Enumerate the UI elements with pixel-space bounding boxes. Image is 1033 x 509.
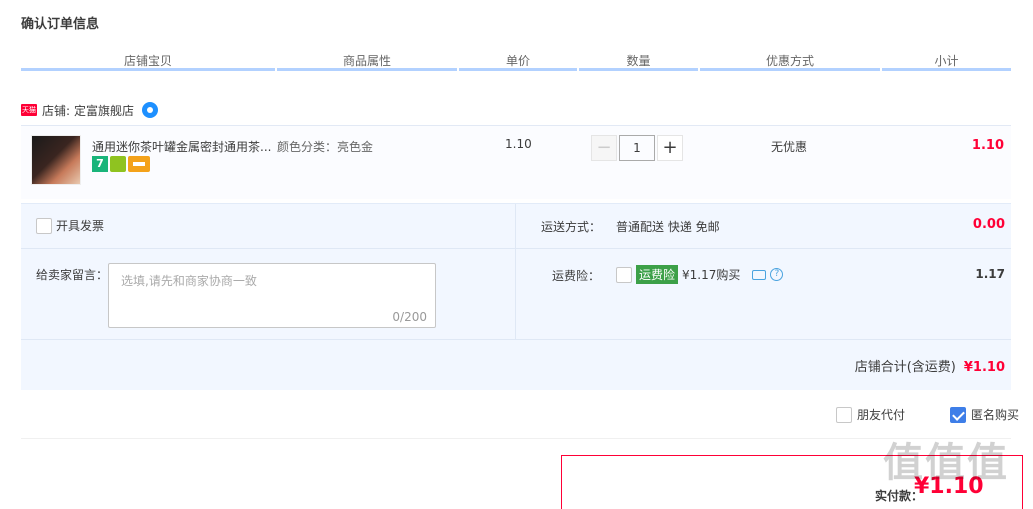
seller-note-textarea[interactable]: 选填,请先和商家协商一致 0/200 [108,263,436,328]
invoice-checkbox[interactable] [36,217,52,234]
tmall-badge-icon: 天猫 [21,104,37,116]
insurance-price-text: ¥1.17购买 [682,268,741,282]
insurance-price: 1.17 [975,267,1005,281]
chat-icon[interactable] [142,102,159,118]
anonymous-purchase-checkbox[interactable] [950,406,967,423]
divider [21,339,1011,340]
7-day-return-icon[interactable]: 7 [92,156,108,172]
note-placeholder: 选填,请先和商家协商一致 [121,274,257,288]
column-unit-price: 单价 [459,52,577,71]
invoice-label: 开具发票 [56,219,105,233]
product-title-link[interactable]: 通用迷你茶叶罐金属密封通用茶... [92,138,272,155]
credit-card-icon[interactable] [128,156,150,172]
column-attributes: 商品属性 [277,52,457,71]
unit-price: 1.10 [505,137,532,151]
order-item-row: 通用迷你茶叶罐金属密封通用茶... 7 颜色分类：亮色金 1.10 − 1 + … [21,125,1011,199]
page-title: 确认订单信息 [21,17,100,32]
shop-total: 店铺合计(含运费) ¥1.10 [855,356,1005,375]
service-icons: 7 [92,156,150,172]
column-quantity: 数量 [579,52,698,71]
shop-row: 天猫 店铺: 定富旗舰店 [21,101,159,119]
shipping-method: 普通配送 快递 免邮 [616,220,720,234]
shop-total-value: ¥1.10 [963,360,1005,375]
quantity-input[interactable]: 1 [619,135,655,161]
item-subtotal: 1.10 [971,138,1004,153]
invoice-option[interactable]: 开具发票 [36,217,104,234]
divider [515,204,516,339]
increase-quantity-button[interactable]: + [657,135,683,161]
friend-pay-checkbox[interactable] [836,406,852,423]
note-label: 给卖家留言： [36,268,109,282]
column-discount: 优惠方式 [700,52,880,71]
column-shop-item: 店铺宝贝 [21,52,275,71]
guarantee-shield-icon[interactable] [110,156,126,172]
column-subtotal: 小计 [882,52,1011,71]
product-attribute: 颜色分类：亮色金 [277,140,374,154]
decrease-quantity-button[interactable]: − [591,135,617,161]
message-icon[interactable] [752,269,767,280]
purchase-options: 朋友代付 匿名购买 [836,406,1019,423]
divider [21,248,1011,249]
anonymous-purchase-label: 匿名购买 [971,408,1020,422]
site-watermark: 值值值 [883,440,1009,486]
product-thumbnail[interactable] [31,135,81,185]
order-details-panel: 开具发票 给卖家留言： 选填,请先和商家协商一致 0/200 运送方式： 普通配… [21,203,1011,390]
shop-label: 店铺: [42,103,71,118]
insurance-checkbox[interactable] [616,266,632,283]
discount-method: 无优惠 [771,140,808,154]
quantity-stepper: − 1 + [591,135,683,161]
help-icon[interactable]: ? [770,268,784,281]
shipping-price: 0.00 [972,217,1005,232]
insurance-label: 运费险： [552,269,601,283]
column-header: 店铺宝贝 商品属性 单价 数量 优惠方式 小计 [21,52,1011,74]
insurance-badge: 运费险 [636,265,679,284]
divider [21,438,1011,439]
shop-total-label: 店铺合计(含运费) [854,360,956,375]
shop-name-link[interactable]: 定富旗舰店 [74,102,134,119]
friend-pay-label: 朋友代付 [857,408,906,422]
note-char-counter: 0/200 [392,310,427,324]
shipping-label: 运送方式： [541,220,602,234]
insurance-option: 运费险 ¥1.17购买 ? [616,265,784,284]
